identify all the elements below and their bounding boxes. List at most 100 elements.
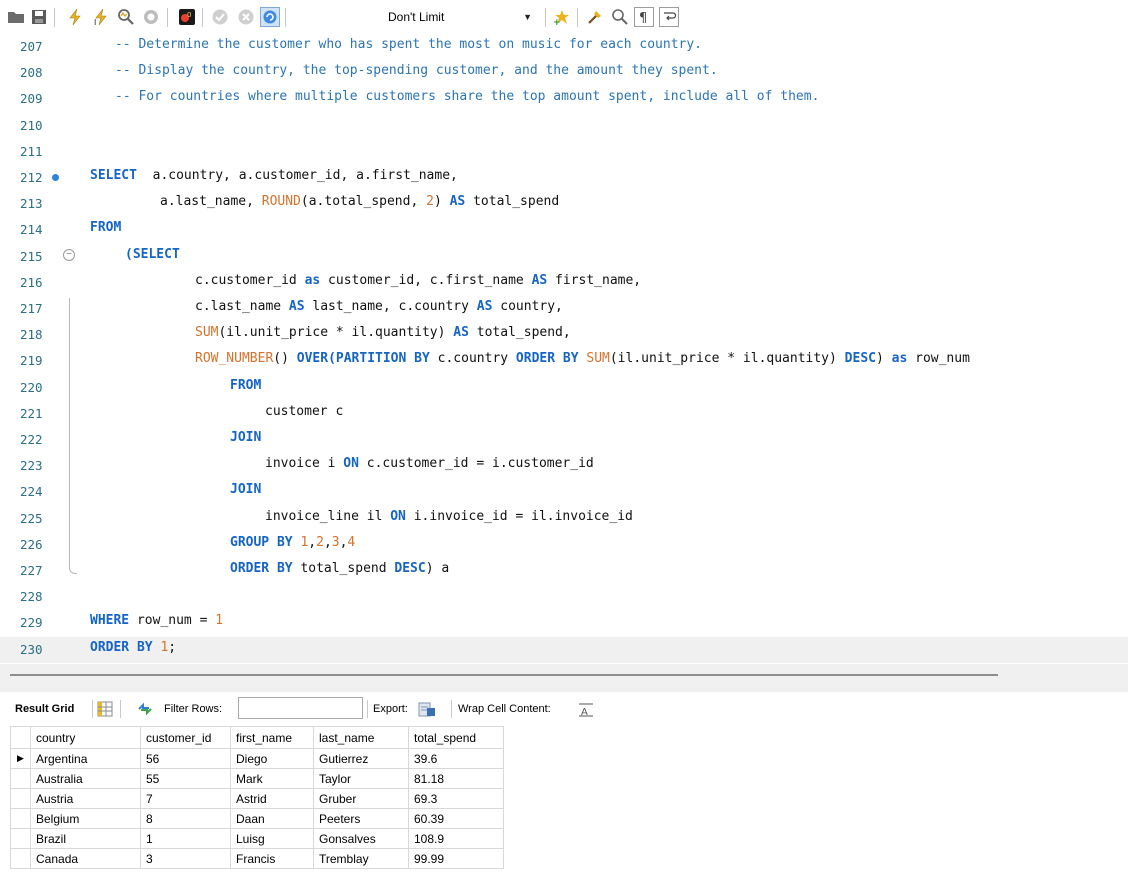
table-cell-total-spend[interactable]: 69.3 bbox=[408, 788, 504, 809]
code-line[interactable]: 226 GROUP BY 1,2,3,4 bbox=[0, 532, 1128, 558]
stop-icon[interactable] bbox=[141, 7, 161, 27]
folder-open-icon[interactable] bbox=[6, 7, 26, 27]
row-marker[interactable] bbox=[10, 828, 31, 849]
table-cell-total-spend[interactable]: 99.99 bbox=[408, 848, 504, 869]
table-row[interactable]: Brazil 1 Luisg Gonsalves 108.9 bbox=[10, 828, 504, 849]
table-cell-total-spend[interactable]: 108.9 bbox=[408, 828, 504, 849]
statement-marker-icon[interactable] bbox=[52, 174, 59, 181]
code-line[interactable]: 222 JOIN bbox=[0, 427, 1128, 453]
table-cell-country[interactable]: Argentina bbox=[30, 748, 141, 769]
code-line[interactable]: 207 -- Determine the customer who has spe… bbox=[0, 34, 1128, 60]
table-cell-last-name[interactable]: Gruber bbox=[313, 788, 409, 809]
result-grid-tab[interactable]: Result Grid bbox=[15, 703, 74, 715]
panel-splitter[interactable] bbox=[0, 664, 1128, 692]
column-header-first-name[interactable]: first_name bbox=[230, 726, 314, 749]
execute-selection-icon[interactable]: I bbox=[91, 7, 111, 27]
table-row[interactable]: Belgium 8 Daan Peeters 60.39 bbox=[10, 808, 504, 829]
wrap-icon[interactable] bbox=[659, 7, 679, 27]
table-cell-customer-id[interactable]: 3 bbox=[140, 848, 231, 869]
column-header-customer-id[interactable]: customer_id bbox=[140, 726, 231, 749]
grid-view-icon[interactable] bbox=[96, 700, 114, 718]
table-cell-first-name[interactable]: Daan bbox=[230, 808, 314, 829]
table-cell-first-name[interactable]: Astrid bbox=[230, 788, 314, 809]
table-row[interactable]: ▶ Argentina 56 Diego Gutierrez 39.6 bbox=[10, 748, 504, 769]
table-cell-customer-id[interactable]: 55 bbox=[140, 768, 231, 789]
table-cell-country[interactable]: Brazil bbox=[30, 828, 141, 849]
code-line[interactable]: 230 ORDER BY 1; bbox=[0, 636, 1128, 663]
wrap-cell-icon[interactable]: A bbox=[577, 700, 595, 718]
column-header-total-spend[interactable]: total_spend bbox=[408, 726, 504, 749]
commit-icon[interactable] bbox=[210, 7, 230, 27]
code-line[interactable]: 229 WHERE row_num = 1 bbox=[0, 610, 1128, 636]
table-cell-last-name[interactable]: Taylor bbox=[313, 768, 409, 789]
code-line[interactable]: 212 SELECT a.country, a.customer_id, a.fi… bbox=[0, 165, 1128, 191]
table-cell-first-name[interactable]: Luisg bbox=[230, 828, 314, 849]
table-cell-first-name[interactable]: Francis bbox=[230, 848, 314, 869]
table-cell-customer-id[interactable]: 56 bbox=[140, 748, 231, 769]
sql-identifier: a.last_name, bbox=[160, 194, 262, 210]
row-marker[interactable] bbox=[10, 768, 31, 789]
table-row[interactable]: Canada 3 Francis Tremblay 99.99 bbox=[10, 848, 504, 869]
row-marker[interactable] bbox=[10, 788, 31, 809]
code-line[interactable]: 220 FROM bbox=[0, 375, 1128, 401]
limit-rows-select[interactable]: Don't Limit ▼ bbox=[384, 6, 539, 28]
code-line[interactable]: 219 ROW_NUMBER() OVER(PARTITION BY c.coun… bbox=[0, 348, 1128, 374]
table-cell-country[interactable]: Australia bbox=[30, 768, 141, 789]
code-line[interactable]: 210 bbox=[0, 113, 1128, 139]
table-cell-customer-id[interactable]: 7 bbox=[140, 788, 231, 809]
horizontal-scrollbar[interactable] bbox=[10, 674, 998, 676]
table-cell-total-spend[interactable]: 39.6 bbox=[408, 748, 504, 769]
column-header-last-name[interactable]: last_name bbox=[313, 726, 409, 749]
table-cell-first-name[interactable]: Mark bbox=[230, 768, 314, 789]
code-line[interactable]: 224 JOIN bbox=[0, 479, 1128, 505]
table-cell-last-name[interactable]: Tremblay bbox=[313, 848, 409, 869]
table-cell-country[interactable]: Austria bbox=[30, 788, 141, 809]
code-line[interactable]: 209 -- For countries where multiple custo… bbox=[0, 86, 1128, 112]
invisible-chars-icon[interactable]: ¶ bbox=[634, 7, 654, 27]
table-row[interactable]: Australia 55 Mark Taylor 81.18 bbox=[10, 768, 504, 789]
toggle-error-stop-icon[interactable]: 0 bbox=[177, 7, 197, 27]
table-cell-last-name[interactable]: Gonsalves bbox=[313, 828, 409, 849]
table-cell-total-spend[interactable]: 60.39 bbox=[408, 808, 504, 829]
table-cell-customer-id[interactable]: 8 bbox=[140, 808, 231, 829]
table-cell-customer-id[interactable]: 1 bbox=[140, 828, 231, 849]
code-line[interactable]: 221 customer c bbox=[0, 401, 1128, 427]
table-cell-country[interactable]: Canada bbox=[30, 848, 141, 869]
code-line[interactable]: 216 c.customer_id as customer_id, c.first… bbox=[0, 270, 1128, 296]
row-marker[interactable] bbox=[10, 808, 31, 829]
export-icon[interactable] bbox=[418, 700, 436, 718]
code-line[interactable]: 223 invoice i ON c.customer_id = i.custom… bbox=[0, 453, 1128, 479]
table-cell-last-name[interactable]: Peeters bbox=[313, 808, 409, 829]
save-icon[interactable] bbox=[29, 7, 49, 27]
code-line[interactable]: 215 − (SELECT bbox=[0, 244, 1128, 270]
code-text: JOIN bbox=[230, 430, 261, 445]
table-row[interactable]: Austria 7 Astrid Gruber 69.3 bbox=[10, 788, 504, 809]
table-cell-last-name[interactable]: Gutierrez bbox=[313, 748, 409, 769]
fold-toggle-icon[interactable]: − bbox=[63, 248, 75, 261]
code-line[interactable]: 227 ORDER BY total_spend DESC) a bbox=[0, 558, 1128, 584]
execute-icon[interactable] bbox=[65, 7, 85, 27]
row-marker[interactable] bbox=[10, 848, 31, 869]
code-line[interactable]: 208 -- Display the country, the top-spend… bbox=[0, 60, 1128, 86]
find-icon[interactable] bbox=[610, 7, 630, 27]
refresh-icon[interactable] bbox=[136, 700, 154, 718]
row-marker[interactable]: ▶ bbox=[10, 748, 31, 769]
code-line[interactable]: 217 c.last_name AS last_name, c.country A… bbox=[0, 296, 1128, 322]
table-cell-total-spend[interactable]: 81.18 bbox=[408, 768, 504, 789]
code-line[interactable]: 225 invoice_line il ON i.invoice_id = il.… bbox=[0, 506, 1128, 532]
table-cell-first-name[interactable]: Diego bbox=[230, 748, 314, 769]
code-line[interactable]: 213 a.last_name, ROUND(a.total_spend, 2) … bbox=[0, 191, 1128, 217]
add-snippet-icon[interactable]: + bbox=[552, 7, 572, 27]
code-line[interactable]: 214 FROM bbox=[0, 217, 1128, 243]
code-line[interactable]: 211 bbox=[0, 139, 1128, 165]
code-line[interactable]: 218 SUM(il.unit_price * il.quantity) AS t… bbox=[0, 322, 1128, 348]
column-header-country[interactable]: country bbox=[30, 726, 141, 749]
explain-icon[interactable] bbox=[116, 7, 136, 27]
rollback-icon[interactable] bbox=[236, 7, 256, 27]
code-line[interactable]: 228 bbox=[0, 584, 1128, 610]
autocommit-icon[interactable] bbox=[260, 7, 280, 27]
beautify-icon[interactable] bbox=[585, 7, 605, 27]
sql-editor[interactable]: 207 -- Determine the customer who has spe… bbox=[0, 34, 1128, 664]
filter-rows-input[interactable] bbox=[238, 697, 363, 719]
table-cell-country[interactable]: Belgium bbox=[30, 808, 141, 829]
